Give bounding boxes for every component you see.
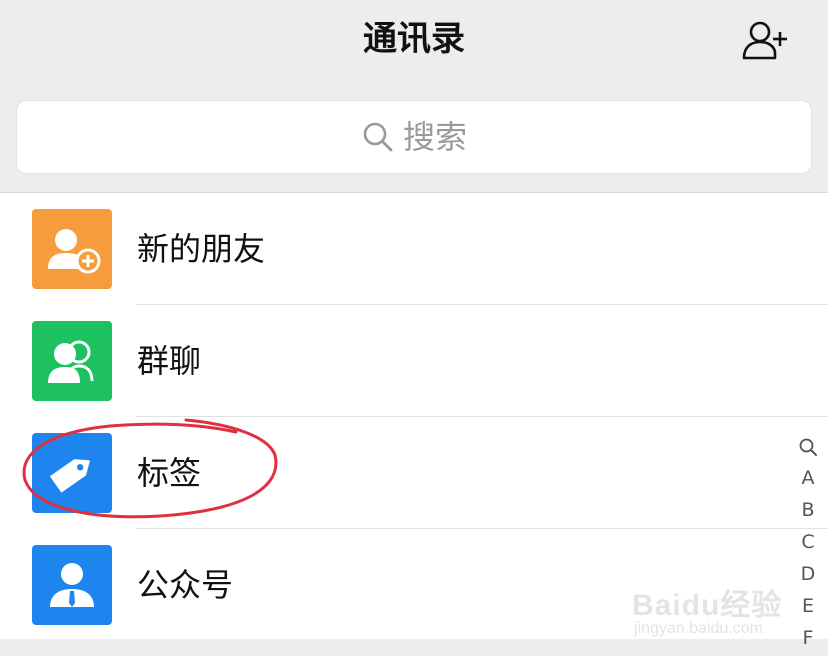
- index-search-button[interactable]: [788, 432, 828, 462]
- baidu-jingyan-watermark: Baidu经验 jingyan.baidu.com: [632, 574, 800, 644]
- list-item-label: 新的朋友: [137, 230, 266, 268]
- search-icon: [363, 122, 393, 152]
- new-friend-icon: [32, 209, 112, 289]
- search-icon: [799, 438, 817, 456]
- list-item-group-chats[interactable]: 群聊: [0, 305, 780, 417]
- contacts-function-list: 新的朋友 群聊 标签 公众号: [0, 193, 828, 639]
- header-bar: 通讯录: [0, 0, 828, 82]
- list-item-tags[interactable]: 标签: [0, 417, 780, 529]
- list-item-label: 群聊: [137, 342, 202, 380]
- list-item-label: 公众号: [137, 566, 234, 604]
- index-letter[interactable]: B: [788, 494, 828, 526]
- group-chat-icon: [32, 321, 112, 401]
- tag-icon: [32, 433, 112, 513]
- add-contact-button[interactable]: [740, 18, 792, 62]
- watermark-logo: Baidu经验: [632, 589, 783, 622]
- official-account-icon: [32, 545, 112, 625]
- page-title: 通讯录: [363, 19, 465, 59]
- add-contact-icon: [742, 21, 787, 60]
- index-letter[interactable]: C: [788, 526, 828, 558]
- search-input[interactable]: 搜索: [16, 100, 812, 174]
- index-letter[interactable]: A: [788, 462, 828, 494]
- search-placeholder: 搜索: [402, 118, 467, 156]
- list-item-label: 标签: [137, 454, 202, 492]
- watermark-url: jingyan.baidu.com: [634, 620, 763, 637]
- search-area: 搜索: [0, 82, 828, 193]
- list-item-new-friends[interactable]: 新的朋友: [0, 193, 780, 305]
